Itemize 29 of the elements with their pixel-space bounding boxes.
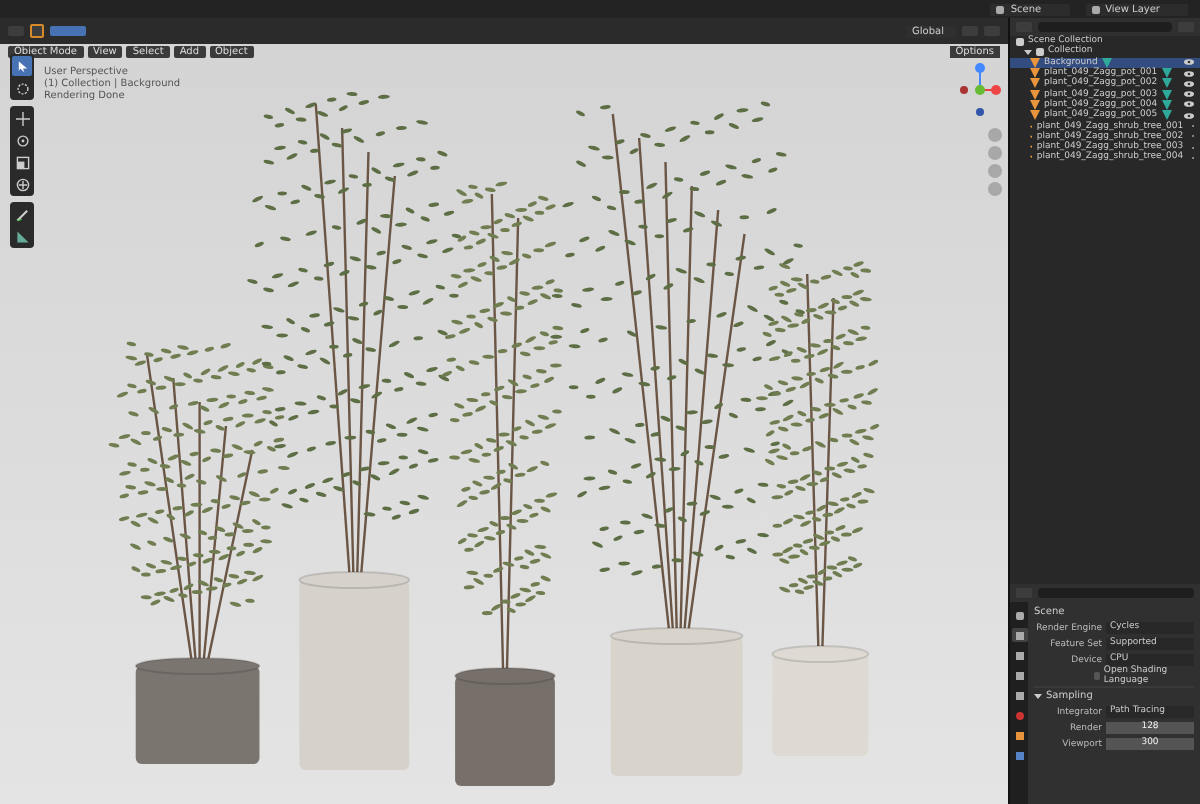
tool-tab[interactable] [1011,608,1027,622]
select-tool[interactable] [12,56,32,76]
checkbox[interactable] [1093,672,1100,680]
render-tab[interactable] [1011,628,1027,642]
modifier-tab[interactable] [1011,748,1027,762]
cursor-tool[interactable] [12,78,32,98]
annotate-tool[interactable] [12,204,32,224]
rotate-tool[interactable] [12,130,32,150]
measure-tool[interactable] [12,226,32,246]
navigation-gizmo-icon [958,60,1002,120]
transform-icon [15,177,29,191]
cursor-arrow-icon [15,59,29,73]
view-layer-tab[interactable] [1011,668,1027,682]
expand-arrow-icon [1034,691,1042,699]
crosshair-circle-icon [15,81,29,95]
scale-tool[interactable] [12,152,32,172]
expand-arrow-icon [1024,47,1032,56]
scene-tab[interactable] [1011,688,1027,702]
pencil-icon [15,207,29,221]
output-tab[interactable] [1011,648,1027,662]
rotate-icon [15,133,29,147]
world-tab[interactable] [1011,708,1027,722]
object-tab[interactable] [1011,728,1027,742]
ruler-icon [15,229,29,243]
move-arrows-icon [15,111,29,125]
transform-tool[interactable] [12,174,32,194]
render-mode-button[interactable] [30,24,44,38]
move-tool[interactable] [12,108,32,128]
scale-icon [15,155,29,169]
